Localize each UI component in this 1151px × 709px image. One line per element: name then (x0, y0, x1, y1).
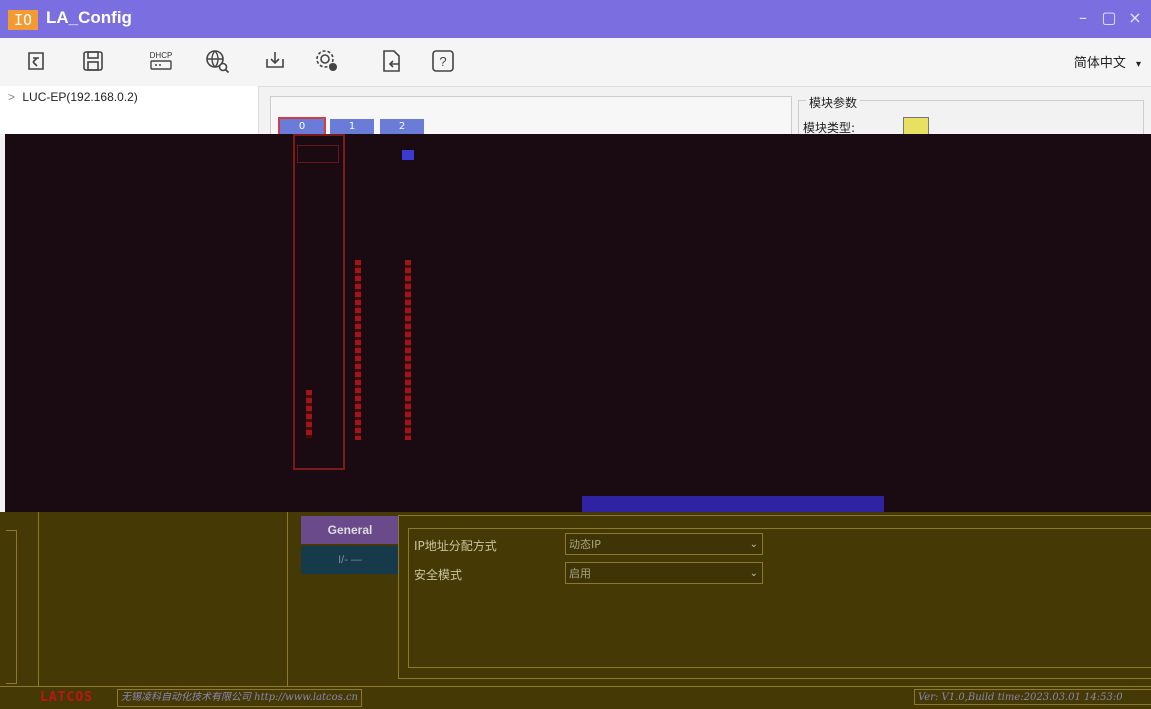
chevron-down-icon: ⌄ (749, 568, 758, 579)
module-slot-0[interactable] (293, 134, 345, 470)
module-list-panel (38, 512, 288, 687)
rack-status-bar (582, 496, 884, 512)
slot-tab-0[interactable]: 0 (278, 117, 326, 137)
network-search-icon (206, 50, 230, 74)
tab-general[interactable]: General (301, 516, 399, 544)
properties-grid (408, 528, 1151, 668)
led-strip (355, 260, 361, 440)
help-icon: ? (432, 50, 454, 72)
device-settings-button[interactable] (312, 44, 342, 78)
slot-tab-2[interactable]: 2 (380, 119, 424, 135)
import-icon (28, 52, 44, 70)
save-button[interactable] (78, 44, 108, 78)
tree-item-label: LUC-EP(192.168.0.2) (22, 90, 138, 104)
dhcp-text: DHCP (150, 51, 173, 60)
rack-canvas (5, 134, 1151, 512)
export-icon (383, 50, 400, 72)
left-panel (6, 530, 17, 684)
export-button[interactable] (376, 44, 406, 78)
module-marker-icon (402, 150, 414, 160)
expand-chevron-icon[interactable]: > (8, 90, 15, 104)
tab-io[interactable]: I/- — (301, 546, 399, 574)
download-button[interactable] (260, 44, 290, 78)
settings-icon (316, 50, 337, 71)
chevron-down-icon: ▾ (1135, 59, 1141, 70)
safe-mode-value: 启用 (569, 567, 591, 580)
chevron-down-icon: ⌄ (749, 539, 758, 550)
download-icon (266, 52, 284, 68)
minimize-button[interactable]: – (1073, 8, 1093, 27)
help-button[interactable]: ? (428, 44, 458, 78)
import-button[interactable] (22, 44, 52, 78)
safe-mode-select[interactable]: 启用 ⌄ (565, 562, 763, 584)
save-icon (83, 51, 103, 71)
ip-assign-label: IP地址分配方式 (414, 539, 497, 553)
close-button[interactable]: × (1125, 8, 1145, 27)
language-label: 简体中文 (1073, 56, 1126, 71)
tree-item-device[interactable]: > LUC-EP(192.168.0.2) (8, 90, 138, 104)
version-info: Ver: V1.0,Build time:2023.03.01 14:53:0 (914, 689, 1151, 705)
dhcp-icon: DHCP (150, 51, 173, 70)
language-select[interactable]: 简体中文 ▾ (1074, 52, 1141, 71)
network-search-button[interactable] (202, 44, 232, 78)
ip-assign-value: 动态IP (569, 538, 601, 551)
app-logo-icon: IO (8, 10, 38, 30)
slot-tab-1[interactable]: 1 (330, 119, 374, 135)
dhcp-button[interactable]: DHCP (146, 44, 176, 78)
maximize-button[interactable]: ▢ (1099, 8, 1119, 27)
company-logo: LATCOS (40, 690, 93, 705)
help-text: ? (439, 54, 446, 69)
ip-assign-select[interactable]: 动态IP ⌄ (565, 533, 763, 555)
company-info: 无锡凌科自动化技术有限公司 http://www.latcos.cn (117, 689, 362, 707)
module-header (297, 145, 339, 163)
title-bar (0, 0, 1151, 38)
led-strip (306, 390, 312, 438)
module-type-icon (903, 117, 929, 135)
window-title: LA_Config (46, 8, 132, 27)
safe-mode-label: 安全模式 (414, 568, 463, 582)
led-strip (405, 260, 411, 440)
module-params-title: 模块参数 (806, 94, 861, 111)
